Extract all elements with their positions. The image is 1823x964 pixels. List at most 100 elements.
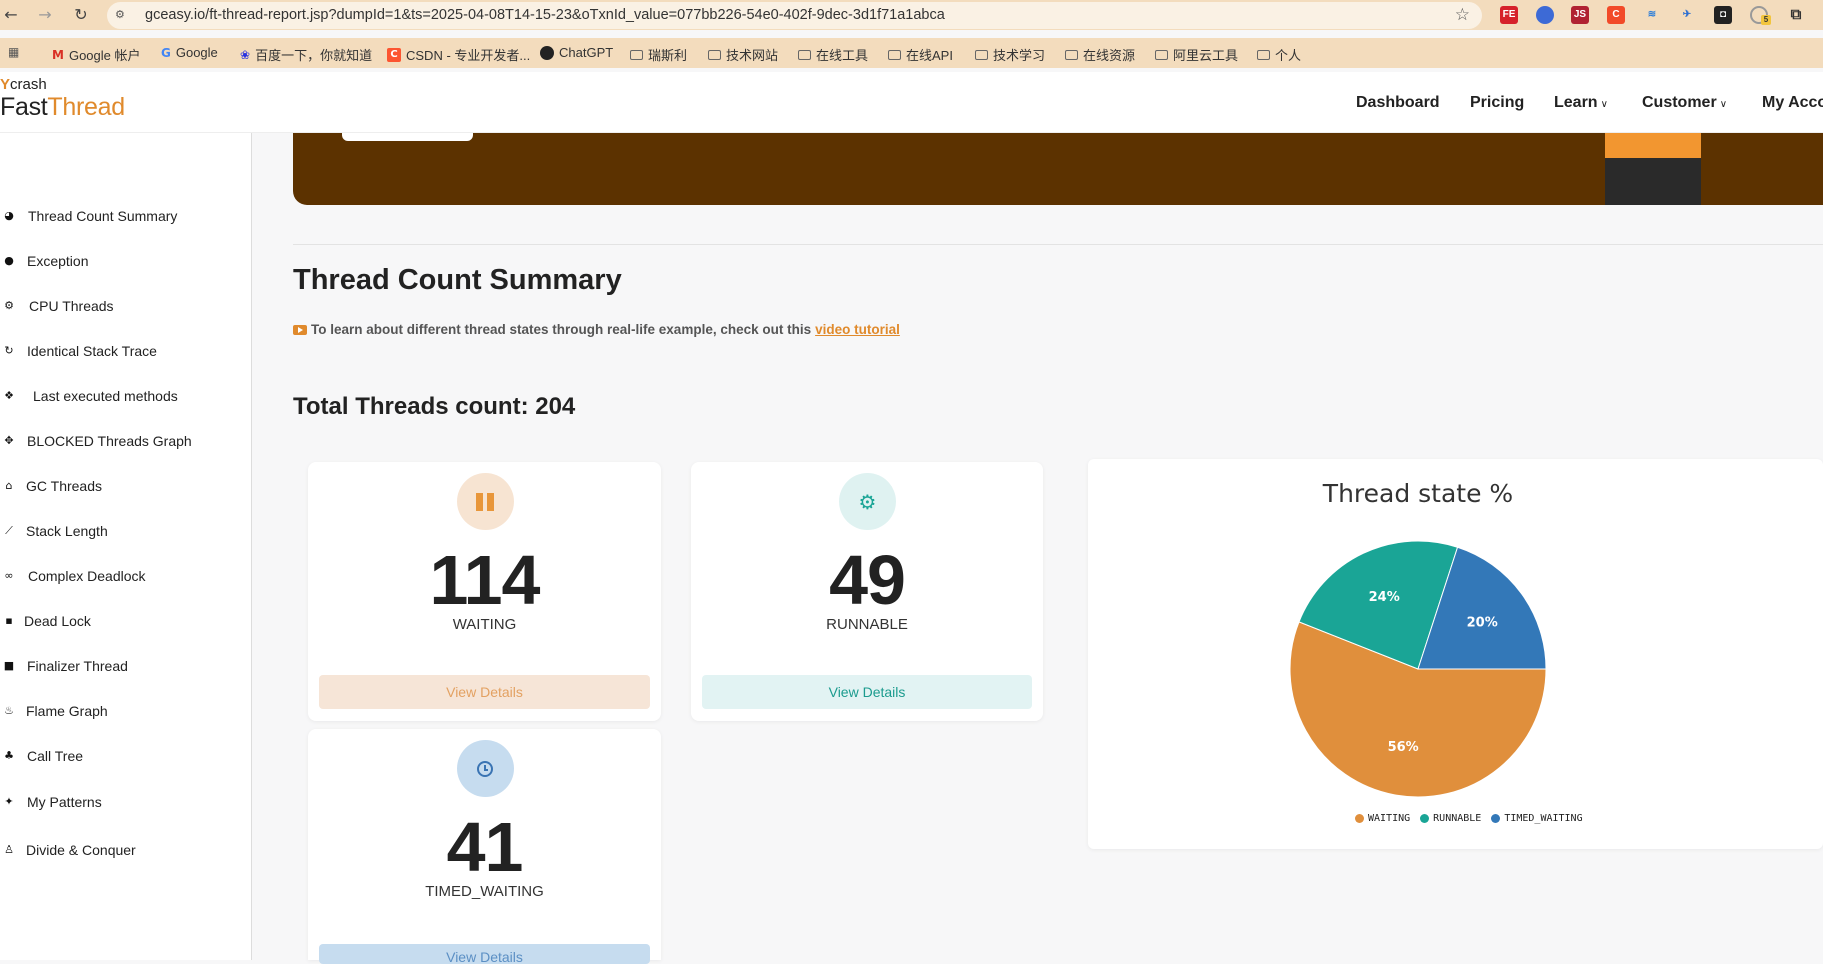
bookmark-baidu[interactable]: ❀ 百度一下，你就知道 (240, 45, 372, 64)
sidebar-item-finalizer-thread[interactable]: ■ Finalizer Thread (0, 652, 128, 680)
video-tutorial-link[interactable]: video tutorial (815, 322, 900, 337)
divider (293, 244, 1823, 245)
flame-icon: ♨ (4, 704, 14, 717)
square-icon: ■ (3, 659, 15, 672)
extension-c-icon[interactable]: C (1607, 6, 1625, 24)
stairs-icon: ⟋ (5, 524, 13, 537)
tutorial-note: To learn about different thread states t… (293, 322, 900, 337)
bookmark-folder[interactable]: 技术网站 (708, 45, 778, 64)
banner-graphic (1605, 133, 1701, 158)
bookmark-folder[interactable]: 在线工具 (798, 45, 868, 64)
bookmark-csdn[interactable]: C CSDN - 专业开发者... (387, 45, 530, 64)
extension-counter-icon[interactable]: 5 (1750, 6, 1771, 25)
fastthread-logo[interactable]: FastThread (0, 93, 125, 122)
nav-dashboard[interactable]: Dashboard (1356, 94, 1440, 112)
clock-icon (477, 760, 493, 777)
exclamation-icon: ● (4, 254, 14, 267)
bookmark-chatgpt[interactable]: ChatGPT (540, 45, 613, 60)
banner-button[interactable] (342, 133, 473, 141)
legend-swatch (1420, 814, 1430, 823)
baidu-icon: ❀ (240, 47, 251, 62)
reload-icon[interactable]: ↻ (70, 4, 92, 26)
back-icon[interactable]: ← (0, 4, 22, 26)
cogs-icon: ⚙ (4, 299, 14, 312)
thread-state-chart-card: Thread state % 56% 24% 20% WAITING RUNNABL… (1088, 459, 1823, 849)
banner-graphic (1605, 158, 1701, 205)
nav-my-account[interactable]: My Acco (1762, 94, 1823, 112)
extension-fe-icon[interactable]: FE (1500, 6, 1518, 24)
extension-layers-icon[interactable]: ≋ (1643, 6, 1661, 24)
nav-customer[interactable]: Customer ∨ (1642, 94, 1727, 112)
puzzle-icon: ✦ (4, 795, 14, 808)
bookmark-google-account[interactable]: M Google 帐户 (52, 45, 141, 64)
trash-icon: ⌂ (5, 479, 13, 492)
pie-slice-label: 56% (1388, 740, 1419, 755)
runnable-view-details-button[interactable]: View Details (702, 675, 1032, 709)
legend-swatch (1491, 814, 1501, 823)
chatgpt-icon (540, 45, 554, 60)
nav-pricing[interactable]: Pricing (1470, 94, 1524, 112)
sidebar-item-exception[interactable]: ● Exception (0, 247, 88, 275)
sidebar-item-blocked-threads-graph[interactable]: ✥ BLOCKED Threads Graph (0, 427, 191, 455)
extension-cam-icon[interactable]: ◘ (1714, 6, 1732, 24)
legend-item-waiting[interactable]: WAITING (1355, 813, 1410, 824)
bookmark-folder[interactable]: 阿里云工具 (1155, 45, 1238, 64)
extension-js-icon[interactable]: JS (1571, 6, 1589, 24)
folder-icon (1155, 49, 1168, 60)
timed-waiting-label: TIMED_WAITING (425, 883, 544, 900)
bookmark-folder[interactable]: 个人 (1257, 45, 1301, 64)
folder-icon (1065, 49, 1078, 60)
sidebar-item-complex-deadlock[interactable]: ∞ Complex Deadlock (0, 562, 145, 590)
timed-waiting-view-details-button[interactable]: View Details (319, 944, 650, 964)
sidebar-item-cpu-threads[interactable]: ⚙ CPU Threads (0, 292, 114, 320)
sidebar-item-my-patterns[interactable]: ✦ My Patterns (0, 788, 101, 816)
waiting-label: WAITING (452, 616, 517, 633)
legend-swatch (1355, 814, 1364, 823)
apps-grid-icon[interactable]: ▦ (8, 45, 19, 59)
site-header: Ycrash FastThread Dashboard Pricing Lear… (0, 72, 1823, 133)
sidebar-item-call-tree[interactable]: ♣ Call Tree (0, 742, 83, 770)
extensions-puzzle-icon[interactable]: ⧉ (1787, 6, 1805, 24)
sidebar-item-divide-conquer[interactable]: ♙ Divide & Conquer (0, 836, 136, 864)
arrows-icon: ✥ (4, 434, 14, 447)
legend-item-timed-waiting[interactable]: TIMED_WAITING (1491, 813, 1583, 824)
pause-icon (476, 492, 494, 511)
sidebar-item-last-executed-methods[interactable]: ❖ Last executed methods (0, 382, 178, 410)
sidebar-item-flame-graph[interactable]: ♨ Flame Graph (0, 697, 108, 725)
pie-chart: 56% 24% 20% (1289, 540, 1547, 798)
forward-icon[interactable]: → (34, 4, 56, 26)
bookmark-folder[interactable]: 技术学习 (975, 45, 1045, 64)
chevron-down-icon: ∨ (1719, 99, 1728, 110)
waiting-view-details-button[interactable]: View Details (319, 675, 650, 709)
folder-icon (1257, 49, 1270, 60)
extension-plane-icon[interactable]: ✈ (1678, 6, 1696, 24)
nav-learn[interactable]: Learn ∨ (1554, 94, 1608, 112)
sidebar-item-thread-count-summary[interactable]: ◕ Thread Count Summary (0, 202, 177, 230)
address-bar[interactable]: ⚙ gceasy.io/ft-thread-report.jsp?dumpId=… (107, 2, 1482, 29)
bookmark-folder[interactable]: 在线API (888, 45, 953, 64)
sidebar-item-dead-lock[interactable]: ▪ Dead Lock (0, 607, 91, 635)
folder-icon (708, 49, 721, 60)
browser-toolbar: ← → ↻ ⚙ gceasy.io/ft-thread-report.jsp?d… (0, 0, 1823, 30)
ycrash-logo[interactable]: Ycrash (0, 76, 47, 93)
timed-waiting-badge (456, 740, 514, 797)
sidebar-item-stack-length[interactable]: ⟋ Stack Length (0, 517, 108, 545)
site-info-icon[interactable]: ⚙ (115, 8, 131, 22)
total-threads-count: Total Threads count: 204 (293, 393, 576, 420)
sidebar-item-identical-stack-trace[interactable]: ↻ Identical Stack Trace (0, 337, 157, 365)
folder-icon (888, 49, 901, 60)
bookmark-folder[interactable]: 在线资源 (1065, 45, 1135, 64)
video-icon (293, 324, 307, 335)
bookmark-folder[interactable]: 瑞斯利 (630, 45, 687, 64)
url-text[interactable]: gceasy.io/ft-thread-report.jsp?dumpId=1&… (145, 7, 945, 23)
bookmark-google[interactable]: G Google (161, 45, 218, 60)
bookmark-star-icon[interactable]: ☆ (1455, 5, 1470, 25)
waiting-card: 114 WAITING View Details (308, 462, 661, 721)
gear-icon: ⚙ (858, 489, 877, 514)
extension-globe-icon[interactable] (1536, 6, 1554, 24)
sidebar-item-gc-threads[interactable]: ⌂ GC Threads (0, 472, 103, 500)
pie-slice-label: 20% (1467, 615, 1498, 630)
tree-icon: ♣ (4, 749, 14, 762)
legend-item-runnable[interactable]: RUNNABLE (1420, 813, 1481, 824)
lock-icon: ▪ (5, 614, 13, 627)
